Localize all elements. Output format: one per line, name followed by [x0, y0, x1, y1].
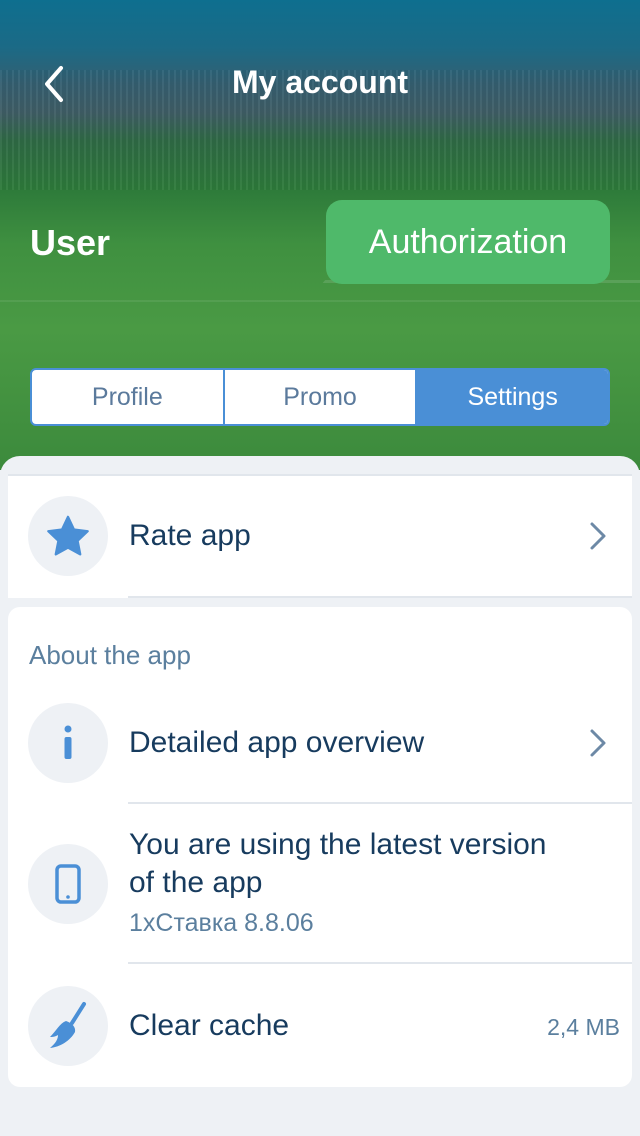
clear-cache-label: Clear cache	[129, 1009, 290, 1042]
overview-row[interactable]: Detailed app overview	[8, 700, 632, 800]
chevron-right-icon	[586, 518, 610, 554]
divider	[128, 596, 632, 598]
about-card: About the app Detailed app overview You …	[8, 607, 632, 1087]
overview-label: Detailed app overview	[129, 726, 425, 759]
tab-settings[interactable]: Settings	[415, 370, 608, 424]
version-text-line2: of the app	[129, 866, 263, 899]
chevron-right-icon	[586, 725, 610, 761]
broom-icon-circle	[28, 986, 108, 1066]
divider-top	[8, 474, 632, 476]
info-icon-circle	[28, 703, 108, 783]
version-number: 1xСтавка 8.8.06	[129, 909, 314, 937]
rate-icon-circle	[28, 496, 108, 576]
rate-app-row[interactable]: Rate app	[8, 474, 632, 598]
header-background: My account User Authorization Profile Pr…	[0, 0, 640, 470]
broom-icon	[50, 1002, 86, 1048]
info-icon	[64, 725, 72, 759]
user-label: User	[30, 222, 111, 263]
cache-size-value: 2,4 MB	[547, 1014, 620, 1040]
rate-card: Rate app	[8, 474, 632, 598]
pitch-marking	[274, 280, 640, 340]
version-row: You are using the latest version of the …	[8, 804, 632, 962]
authorization-button[interactable]: Authorization	[326, 200, 610, 284]
tab-bar: Profile Promo Settings	[30, 368, 610, 426]
phone-icon-circle	[28, 844, 108, 924]
star-icon	[47, 515, 89, 556]
tab-promo[interactable]: Promo	[222, 370, 416, 424]
tab-profile[interactable]: Profile	[32, 370, 223, 424]
version-text-line1: You are using the latest version	[129, 828, 547, 861]
page-title: My account	[231, 64, 409, 100]
phone-icon	[55, 864, 81, 904]
rate-app-label: Rate app	[129, 519, 251, 552]
clear-cache-row[interactable]: Clear cache 2,4 MB	[8, 964, 632, 1087]
section-title-about: About the app	[29, 640, 191, 670]
